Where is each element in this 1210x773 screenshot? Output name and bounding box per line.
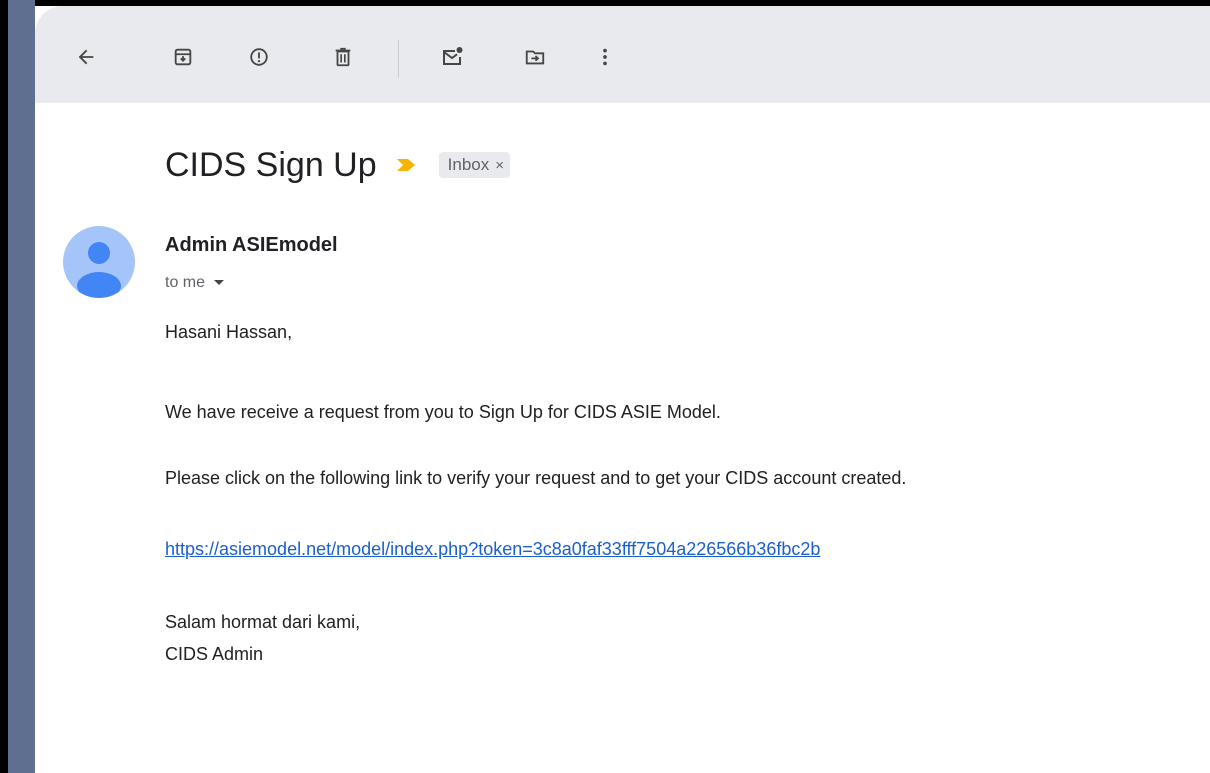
mail-panel: CIDS Sign Up Inbox × Admin ASIEmodel to … [35,6,1210,773]
body-line-1: We have receive a request from you to Si… [165,402,721,422]
caret-down-icon [214,280,225,285]
trash-icon [335,47,351,67]
recipients-text: to me [165,274,206,291]
mark-unread-button[interactable] [437,42,467,72]
signature-text: CIDS Admin [165,644,264,664]
mark-unread-icon [443,47,463,65]
more-vert-icon [603,48,607,66]
greeting-text: Hasani Hassan, [165,322,293,342]
archive-icon [174,48,192,66]
back-button[interactable] [71,42,101,72]
toolbar-separator [398,40,399,78]
verification-link[interactable]: https://asiemodel.net/model/index.php?to… [165,539,820,559]
more-button[interactable] [590,42,620,72]
body-line-2: Please click on the following link to ve… [165,468,907,488]
sender-name[interactable]: Admin ASIEmodel [165,234,338,257]
sidebar-strip [8,0,35,773]
person-icon [77,242,121,298]
inbox-label-chip: Inbox × [438,152,510,178]
sender-avatar[interactable] [63,226,135,298]
label-text: Inbox [447,155,490,174]
move-to-icon [525,50,545,65]
email-subject: CIDS Sign Up [165,146,377,184]
report-spam-button[interactable] [244,42,274,72]
closing-text: Salam hormat dari kami, [165,612,361,632]
delete-button[interactable] [328,42,358,72]
recipients-toggle[interactable]: to me [165,274,225,292]
importance-marker-icon[interactable] [395,157,417,173]
message-toolbar [35,6,1210,103]
arrow-left-icon [78,49,94,65]
archive-button[interactable] [168,42,198,72]
move-to-button[interactable] [520,42,550,72]
window-left-border [0,0,8,773]
subject-row: CIDS Sign Up Inbox × [165,143,510,187]
remove-label-button[interactable]: × [495,157,504,174]
report-icon [250,48,268,66]
gmail-window: CIDS Sign Up Inbox × Admin ASIEmodel to … [0,0,1210,773]
